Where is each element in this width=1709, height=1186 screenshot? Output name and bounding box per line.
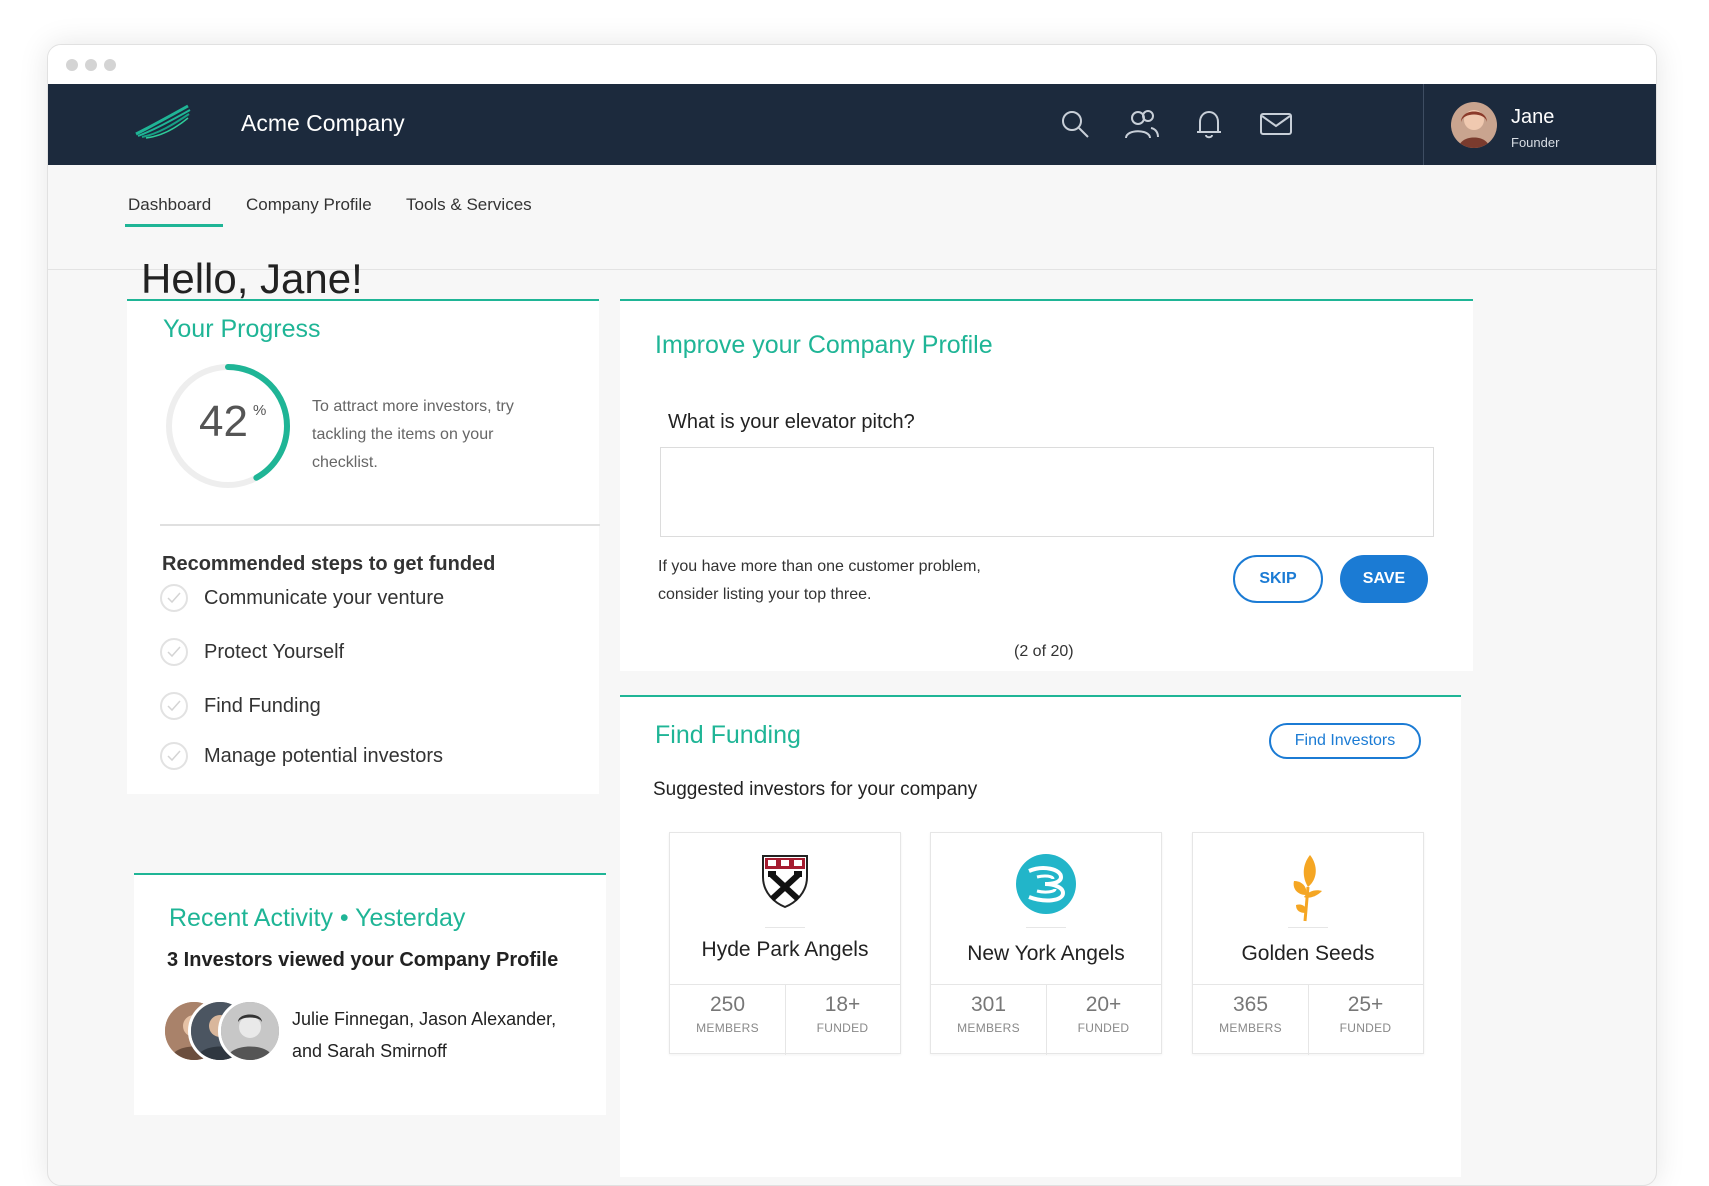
recommended-steps-title: Recommended steps to get funded [162,553,496,575]
checklist-item[interactable]: Find Funding [160,692,321,720]
new-york-angels-logo-icon [931,853,1161,923]
tab-dashboard[interactable]: Dashboard [128,195,211,215]
investor-card-golden-seeds[interactable]: Golden Seeds 365 MEMBERS 25+ FUNDED [1192,832,1424,1055]
elevator-pitch-input[interactable] [660,447,1434,537]
active-tab-indicator [125,224,223,227]
funded-label: FUNDED [816,1021,869,1035]
card-divider [1288,927,1328,928]
progress-card: Your Progress 42% To attract more invest… [127,299,600,794]
members-count: 250 [709,993,746,1016]
skip-button[interactable]: SKIP [1233,555,1323,603]
funded-count: 20+ [1085,993,1122,1016]
investor-name: Golden Seeds [1241,942,1375,965]
checklist-item[interactable]: Communicate your venture [160,584,444,612]
funded-count: 25+ [1347,993,1384,1016]
investor-name: Hyde Park Angels [701,938,869,961]
mail-icon[interactable] [1258,106,1294,142]
checklist-item-label: Communicate your venture [204,586,445,609]
find-funding-title: Find Funding [655,721,801,749]
activity-names-line: Julie Finnegan, Jason Alexander, [292,1009,557,1029]
funded-stat: 18+ FUNDED [785,985,900,1055]
search-icon[interactable] [1057,106,1093,142]
question-counter: (2 of 20) [1014,643,1074,660]
user-role: Founder [1511,135,1560,150]
company-name[interactable]: Acme Company [241,110,405,137]
top-navbar: Acme Company Jane Founder [48,84,1656,165]
activity-names-line: and Sarah Smirnoff [292,1041,447,1061]
elevator-pitch-question: What is your elevator pitch? [668,411,915,433]
members-count: 301 [970,993,1007,1016]
improve-profile-card: Improve your Company Profile What is you… [620,299,1473,671]
activity-headline[interactable]: 3 Investors viewed your Company Profile [167,949,558,972]
recent-activity-content: 3 Investors viewed your Company Profile … [134,873,606,1113]
investor-card-new-york-angels[interactable]: New York Angels 301 MEMBERS 20+ FUNDED [930,832,1162,1055]
funded-stat: 25+ FUNDED [1308,985,1423,1055]
members-stat: 365 MEMBERS [1193,985,1308,1055]
investor-stats: 250 MEMBERS 18+ FUNDED [670,984,900,1055]
activity-viewer-names[interactable]: Julie Finnegan, Jason Alexander, and Sar… [292,1003,556,1067]
app-window: Acme Company Jane Founder Dashboard Comp… [47,44,1657,1186]
check-circle-icon[interactable] [160,742,188,770]
user-avatar[interactable] [1451,102,1497,148]
user-name[interactable]: Jane [1511,106,1554,129]
funded-count: 18+ [824,993,861,1016]
window-dot-close[interactable] [66,59,78,71]
people-icon[interactable] [1124,106,1160,142]
members-label: MEMBERS [1219,1021,1282,1035]
checklist-item-label: Protect Yourself [204,640,345,663]
members-label: MEMBERS [957,1021,1020,1035]
investor-stats: 301 MEMBERS 20+ FUNDED [931,984,1161,1055]
checklist-item-label: Manage potential investors [204,744,444,767]
topbar-divider [1423,84,1424,165]
funded-stat: 20+ FUNDED [1046,985,1161,1055]
window-dot-minimize[interactable] [85,59,97,71]
hint-line: consider listing your top three. [658,586,872,603]
save-button[interactable]: SAVE [1340,555,1428,603]
checklist-item-label: Find Funding [204,694,321,717]
page-greeting: Hello, Jane! [141,255,363,302]
check-circle-icon[interactable] [160,638,188,666]
elevator-pitch-hint: If you have more than one customer probl… [658,553,981,609]
investor-stats: 365 MEMBERS 25+ FUNDED [1193,984,1423,1055]
harvard-shield-icon [670,853,900,923]
brand-logo-icon[interactable] [134,104,192,145]
progress-percent-value: 42 [199,397,248,446]
progress-percent: 42% [199,397,266,447]
hint-line: If you have more than one customer probl… [658,558,981,575]
members-stat: 301 MEMBERS [931,985,1046,1055]
tab-company-profile[interactable]: Company Profile [246,195,372,215]
funded-label: FUNDED [1339,1021,1392,1035]
improve-profile-title: Improve your Company Profile [655,331,993,359]
window-dot-maximize[interactable] [104,59,116,71]
viewer-avatars [162,999,282,1063]
avatar[interactable] [218,999,282,1063]
find-investors-button[interactable]: Find Investors [1269,723,1421,759]
card-divider [765,927,805,928]
card-divider [1026,927,1066,928]
progress-percent-sign: % [253,402,267,419]
progress-divider [160,524,600,526]
window-titlebar [48,45,1656,84]
bell-icon[interactable] [1191,106,1227,142]
funded-label: FUNDED [1077,1021,1130,1035]
progress-ring: 42% [161,359,295,493]
tab-tools-services[interactable]: Tools & Services [406,195,532,215]
investor-name: New York Angels [967,942,1125,965]
check-circle-icon[interactable] [160,584,188,612]
checklist-item[interactable]: Manage potential investors [160,742,443,770]
members-label: MEMBERS [696,1021,759,1035]
members-count: 365 [1232,993,1269,1016]
progress-title: Your Progress [163,315,321,343]
checklist-item[interactable]: Protect Yourself [160,638,344,666]
progress-description: To attract more investors, try tackling … [312,398,514,471]
suggested-investors-subtitle: Suggested investors for your company [653,779,978,800]
wheat-sprout-icon [1193,853,1423,923]
find-funding-card: Find Funding Find Investors Suggested in… [620,695,1461,1177]
check-circle-icon[interactable] [160,692,188,720]
members-stat: 250 MEMBERS [670,985,785,1055]
investor-card-hyde-park-angels[interactable]: Hyde Park Angels 250 MEMBERS 18+ FUNDED [669,832,901,1055]
